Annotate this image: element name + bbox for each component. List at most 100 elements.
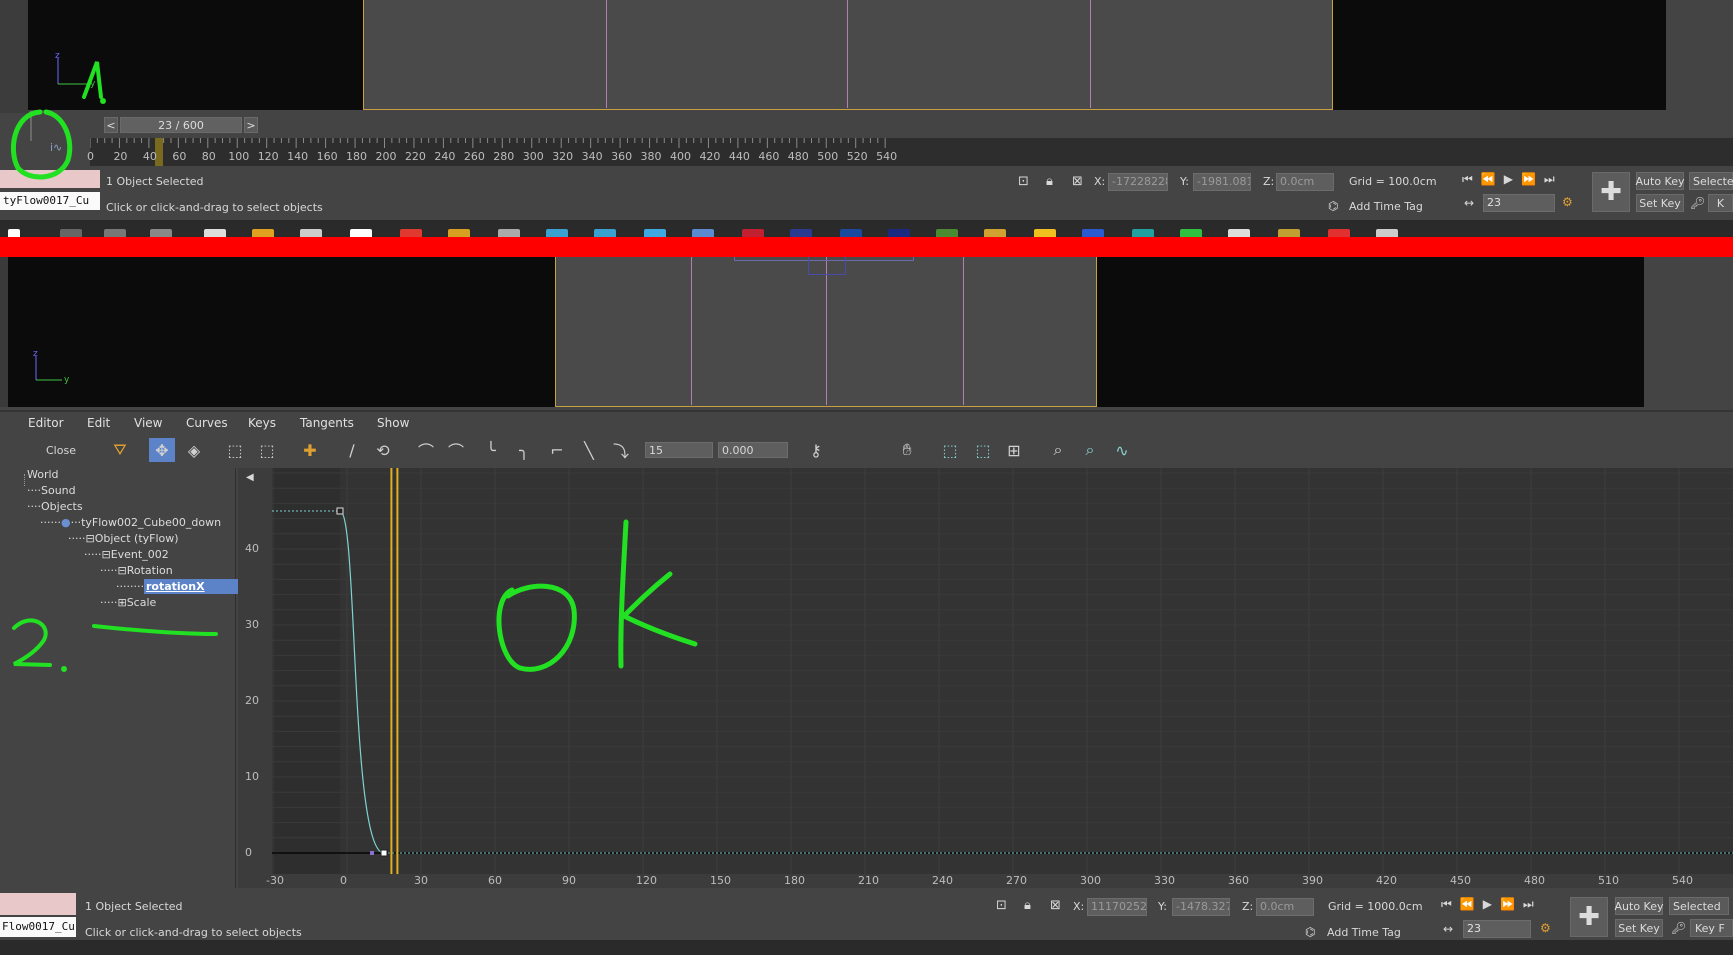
viewport-center-bottom[interactable]	[555, 257, 1097, 407]
mini-curve-icon[interactable]: i∿	[50, 141, 62, 154]
key-filters-button[interactable]: Key F	[1690, 919, 1733, 937]
tree-rotationx[interactable]: ········ rotationX	[116, 579, 253, 594]
auto-key-button[interactable]: Auto Key	[1636, 172, 1685, 190]
draw-curves-icon[interactable]: ∕	[339, 438, 365, 462]
lock-icon[interactable]: 🔒︎	[1046, 174, 1053, 189]
tree-sound[interactable]: ····Sound	[27, 484, 76, 497]
set-key-big-button[interactable]: ✚	[1570, 897, 1608, 937]
menu-editor[interactable]: Editor	[28, 416, 64, 430]
add-keys-icon[interactable]: ✚	[297, 438, 323, 462]
set-key-button[interactable]: Set Key	[1636, 194, 1684, 212]
key-filters-button[interactable]: K	[1708, 194, 1733, 212]
frame-field[interactable]: 15	[645, 442, 713, 458]
playback-controls[interactable]: ⏮⏪▶⏩⏭	[1441, 897, 1542, 912]
frame-values-icon[interactable]: ⬚	[970, 438, 996, 462]
time-tick-label: 30	[414, 874, 428, 887]
move-keys-icon[interactable]: ✥	[149, 438, 175, 462]
isolate-icon[interactable]: ⊡	[996, 898, 1007, 913]
frame-horizontal-icon[interactable]: ⬚	[937, 438, 963, 462]
slide-keys-icon[interactable]: ◈	[181, 438, 207, 462]
guide-line	[826, 257, 827, 405]
guide-line	[606, 0, 607, 108]
tree-event-label: Event_002	[110, 548, 169, 561]
key-filter-icon[interactable]: 🔑︎	[1690, 196, 1705, 210]
menu-curves[interactable]: Curves	[186, 416, 228, 430]
slow-tangent-icon[interactable]: ╮	[511, 438, 537, 462]
curve-graph[interactable]	[272, 468, 1733, 874]
maxscript-listener[interactable]	[0, 893, 76, 915]
step-tangent-icon[interactable]: ⌐	[544, 438, 570, 462]
next-frame-button[interactable]: >	[244, 117, 258, 133]
coord-z-field[interactable]: 0.0cm	[1276, 173, 1334, 191]
collapse-arrow-icon[interactable]: ◀	[246, 472, 254, 483]
menu-tangents[interactable]: Tangents	[300, 416, 354, 430]
add-time-tag[interactable]: Add Time Tag	[1327, 926, 1401, 939]
set-key-big-button[interactable]: ✚	[1592, 172, 1630, 212]
prev-frame-button[interactable]: <	[104, 117, 118, 133]
tree-event[interactable]: ·····⊟Event_002	[84, 548, 169, 561]
tree-object-tyflow[interactable]: ·····⊟Object (tyFlow)	[68, 532, 179, 545]
coord-y-field[interactable]: -1478.327c	[1172, 898, 1230, 916]
key-filter-icon[interactable]: 🔑︎	[1671, 921, 1686, 935]
value-field[interactable]: 0.000	[718, 442, 788, 458]
time-configuration-icon[interactable]: ⚙	[1562, 195, 1573, 209]
zoom-region-icon[interactable]: ⌕	[1077, 438, 1103, 462]
tree-objects[interactable]: ····Objects	[27, 500, 83, 513]
menu-show[interactable]: Show	[377, 416, 409, 430]
tree-rotation[interactable]: ·····⊟Rotation	[100, 564, 173, 577]
menu-edit[interactable]: Edit	[87, 416, 110, 430]
selection-set-dropdown[interactable]: Selected	[1689, 172, 1733, 190]
current-frame-field[interactable]: 23	[1463, 920, 1531, 938]
menu-keys[interactable]: Keys	[248, 416, 276, 430]
set-key-button[interactable]: Set Key	[1615, 919, 1663, 937]
auto-key-button[interactable]: Auto Key	[1615, 897, 1664, 915]
maxscript-listener[interactable]	[0, 170, 100, 188]
close-button[interactable]: Close	[46, 444, 76, 457]
time-slider-thumb[interactable]: 23 / 600	[120, 117, 242, 133]
time-tag-icon[interactable]: ⌬	[1305, 925, 1315, 939]
isolate-icon[interactable]: ⊡	[1018, 174, 1029, 189]
object-name-field[interactable]: Flow0017_Cu	[0, 917, 76, 937]
selection-set-dropdown[interactable]: Selected	[1669, 897, 1729, 915]
absolute-mode-icon[interactable]: ⊠	[1072, 174, 1083, 189]
fast-tangent-icon[interactable]: ╰	[478, 438, 504, 462]
tree-world[interactable]: World	[27, 468, 59, 481]
zoom-icon[interactable]: ⌕	[1045, 438, 1071, 462]
spline-tangent-icon[interactable]: ⌒	[443, 438, 469, 462]
playback-controls[interactable]: ⏮⏪▶⏩⏭	[1462, 172, 1563, 187]
time-tag-icon[interactable]: ⌬	[1328, 199, 1338, 213]
retime-icon[interactable]: ⬚	[254, 438, 280, 462]
reduce-keys-icon[interactable]: ⟲	[370, 438, 396, 462]
menu-view[interactable]: View	[134, 416, 162, 430]
linear-tangent-icon[interactable]: ╲	[576, 438, 602, 462]
time-config-icon[interactable]: ↔	[1464, 196, 1474, 210]
time-config-icon[interactable]: ↔	[1443, 922, 1453, 936]
object-name-field[interactable]: tyFlow0017_Cu	[0, 192, 100, 210]
controller-tree[interactable]	[16, 468, 236, 888]
zoom-extents-icon[interactable]: ⊞	[1001, 438, 1027, 462]
tree-object-node[interactable]: ······●···tyFlow002_Cube00_down	[40, 516, 221, 529]
filter-icon[interactable]: ⛛	[107, 438, 133, 462]
auto-tangent-icon[interactable]: ⌒	[413, 438, 439, 462]
tree-objects-label: Objects	[41, 500, 83, 513]
coord-x-field[interactable]: -17228228	[1108, 173, 1168, 191]
time-configuration-icon[interactable]: ⚙	[1540, 921, 1551, 935]
lock-icon[interactable]: 🔒︎	[1024, 898, 1031, 913]
viewport-center-top[interactable]	[363, 0, 1333, 110]
coord-z-field[interactable]: 0.0cm	[1256, 898, 1314, 916]
pan-hand-icon[interactable]: ✋︎	[894, 438, 920, 462]
key-info-icon[interactable]: ⚷	[803, 438, 829, 462]
viewport-right-top[interactable]	[1333, 0, 1666, 110]
tree-scale[interactable]: ·····⊞Scale	[100, 596, 156, 609]
smooth-tangent-icon[interactable]: ⤵	[608, 438, 634, 462]
coord-y-field[interactable]: -1981.081c	[1193, 173, 1251, 191]
current-frame-field[interactable]: 23	[1483, 194, 1555, 212]
absolute-mode-icon[interactable]: ⊠	[1050, 898, 1061, 913]
add-time-tag[interactable]: Add Time Tag	[1349, 200, 1423, 213]
viewport-right-bottom[interactable]	[1097, 257, 1644, 407]
timeline-tick-label: 180	[346, 150, 368, 163]
isolate-curve-icon[interactable]: ∿	[1109, 438, 1135, 462]
region-select-icon[interactable]: ⬚	[222, 438, 248, 462]
viewport-left-bottom[interactable]	[8, 257, 555, 407]
coord-x-field[interactable]: 111702528	[1087, 898, 1147, 916]
